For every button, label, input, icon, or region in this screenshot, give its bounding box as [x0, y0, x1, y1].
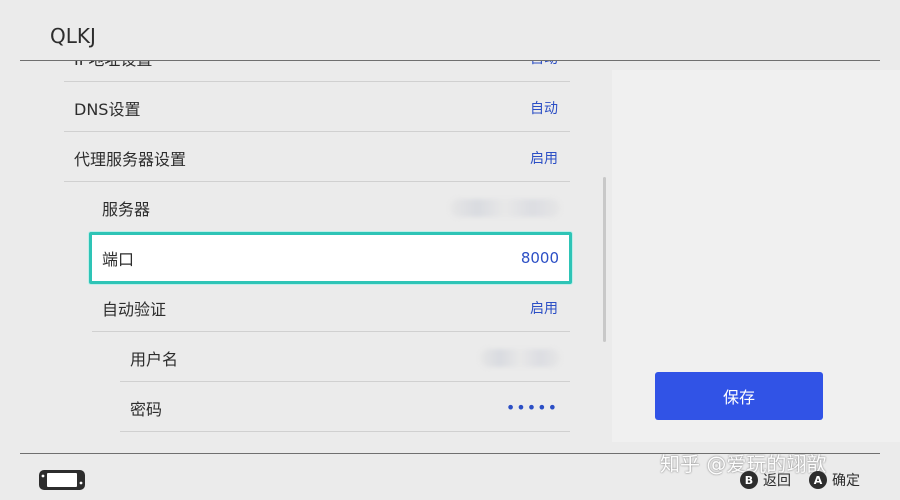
- header-divider: [20, 60, 880, 61]
- blurred-value: [450, 198, 560, 217]
- row-label: 自动验证: [102, 299, 167, 319]
- row-label: 用户名: [130, 349, 179, 369]
- scrollbar[interactable]: [603, 177, 606, 342]
- hint-label: 确定: [832, 473, 860, 489]
- hint-label: 返回: [763, 473, 791, 489]
- row-dns-settings[interactable]: DNS设置 自动: [64, 84, 570, 132]
- save-button[interactable]: 保存: [655, 372, 823, 420]
- page-title: QLKJ: [50, 24, 96, 48]
- row-value: 自动: [530, 61, 570, 68]
- row-label: 代理服务器设置: [74, 149, 187, 169]
- blurred-value: [480, 348, 560, 367]
- row-password[interactable]: 密码 •••••: [120, 384, 570, 432]
- row-value: 启用: [530, 150, 558, 167]
- row-value: 启用: [530, 300, 558, 317]
- row-label: 服务器: [102, 199, 151, 219]
- switch-console-icon: [39, 470, 85, 490]
- row-label: IP地址设置: [64, 61, 152, 70]
- row-server[interactable]: 服务器: [92, 184, 570, 232]
- row-label: DNS设置: [74, 99, 141, 119]
- hint-confirm[interactable]: A 确定: [809, 470, 860, 490]
- row-ip-settings[interactable]: IP地址设置 自动: [64, 61, 570, 82]
- row-label: 密码: [130, 399, 163, 419]
- row-auto-auth[interactable]: 自动验证 启用: [92, 284, 570, 332]
- header: QLKJ: [0, 0, 900, 60]
- row-label: 端口: [102, 250, 135, 269]
- settings-list: IP地址设置 自动 DNS设置 自动 代理服务器设置 启用 服务器 自动验证 启…: [0, 61, 610, 452]
- row-proxy-settings[interactable]: 代理服务器设置 启用: [64, 134, 570, 182]
- port-value: 8000: [520, 249, 559, 267]
- button-hints: B 返回 A 确定: [740, 470, 860, 490]
- row-username[interactable]: 用户名: [120, 334, 570, 382]
- hint-back[interactable]: B 返回: [740, 470, 791, 490]
- row-value: 自动: [530, 100, 558, 117]
- a-button-icon: A: [809, 471, 827, 489]
- password-dots: •••••: [505, 398, 558, 417]
- b-button-icon: B: [740, 471, 758, 489]
- row-port-selected[interactable]: 端口 8000: [89, 232, 572, 284]
